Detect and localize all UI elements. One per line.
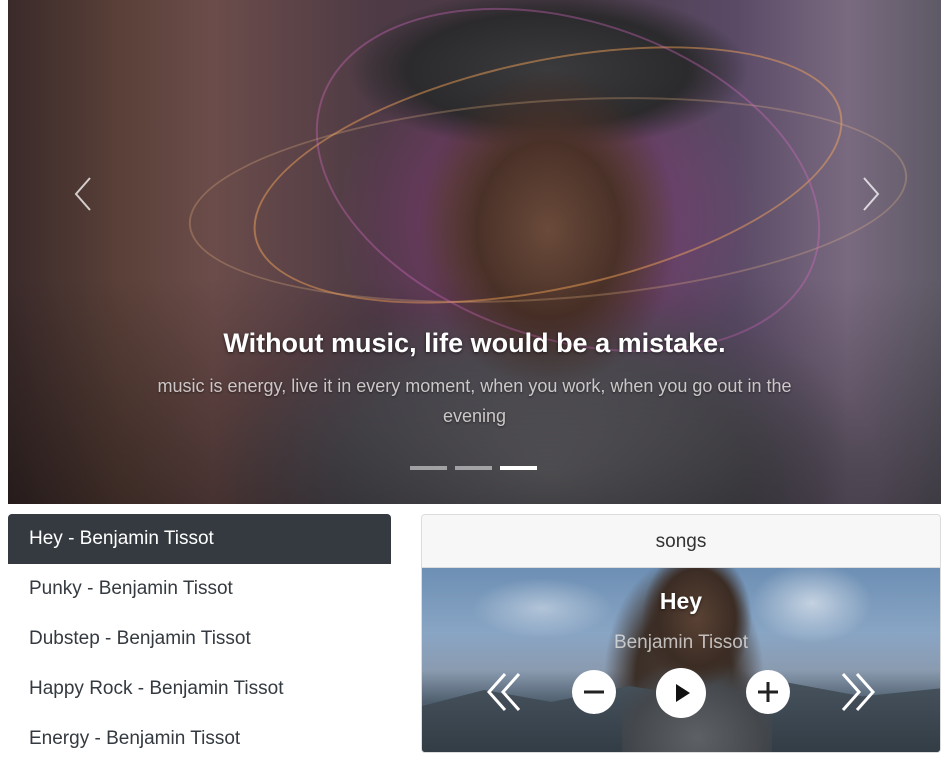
- volume-down-button[interactable]: [572, 670, 616, 714]
- carousel-next-button[interactable]: [856, 172, 886, 216]
- song-list-item[interactable]: Punky - Benjamin Tissot: [8, 564, 391, 614]
- carousel-indicator[interactable]: [455, 466, 492, 470]
- carousel-title: Without music, life would be a mistake.: [223, 328, 726, 358]
- chevron-right-icon: [863, 177, 880, 211]
- song-list-item[interactable]: Hey - Benjamin Tissot: [8, 514, 391, 564]
- carousel-prev-button[interactable]: [68, 172, 98, 216]
- carousel-indicator[interactable]: [410, 466, 447, 470]
- hero-carousel: Without music, life would be a mistake. …: [8, 0, 941, 504]
- volume-up-button[interactable]: [746, 670, 790, 714]
- player-card-header: songs: [422, 515, 940, 568]
- carousel-indicators: [410, 466, 537, 470]
- play-icon: [676, 684, 690, 702]
- song-list-item[interactable]: Happy Rock - Benjamin Tissot: [8, 664, 391, 714]
- carousel-indicator[interactable]: [500, 466, 537, 470]
- carousel-caption: Without music, life would be a mistake. …: [138, 328, 811, 431]
- play-button[interactable]: [656, 668, 706, 718]
- plus-icon: [758, 682, 778, 702]
- minus-icon: [584, 690, 604, 694]
- player-background-image: Hey Benjamin Tissot: [422, 568, 940, 752]
- previous-track-button[interactable]: [485, 670, 525, 714]
- player-card: songs Hey Benjamin Tissot: [421, 514, 941, 753]
- track-artist: Benjamin Tissot: [613, 632, 749, 653]
- track-title: Hey: [659, 588, 703, 614]
- double-chevron-left-icon: [486, 673, 521, 711]
- double-chevron-right-icon: [841, 673, 876, 711]
- song-list-item[interactable]: Energy - Benjamin Tissot: [8, 714, 391, 764]
- song-list: Hey - Benjamin Tissot Punky - Benjamin Ti…: [8, 514, 391, 764]
- carousel-subtitle: music is energy, live it in every moment…: [157, 376, 792, 426]
- song-list-item[interactable]: Dubstep - Benjamin Tissot: [8, 614, 391, 664]
- next-track-button[interactable]: [837, 670, 877, 714]
- chevron-left-icon: [74, 177, 91, 211]
